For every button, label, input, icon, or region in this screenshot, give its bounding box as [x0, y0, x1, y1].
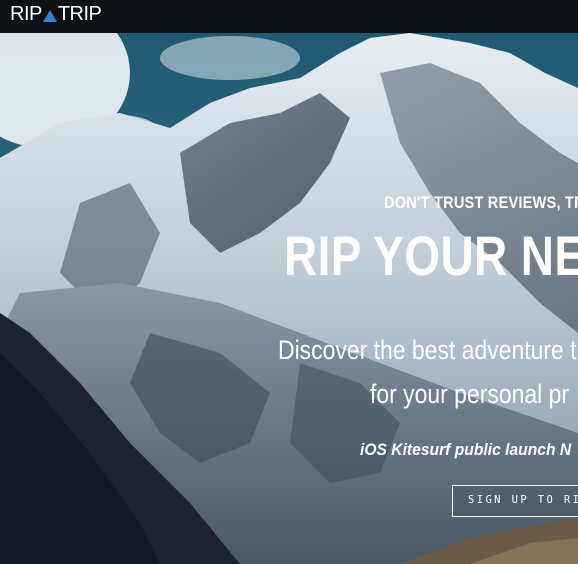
hero-subline: Discover the best adventure t [278, 335, 577, 365]
hero-subline: for your personal pr [370, 379, 570, 409]
triangle-a-icon [42, 10, 57, 22]
top-navbar: RIP TRIP [0, 0, 578, 33]
hero-headline: RIP YOUR NEX [284, 224, 578, 287]
launch-note: iOS Kitesurf public launch N [360, 440, 572, 459]
brand-logo[interactable]: RIP TRIP [10, 3, 102, 25]
logo-text-rip: RIP [10, 3, 42, 25]
logo-text-trip: TRIP [57, 3, 102, 25]
hero-section: DON'T TRUST REVIEWS, TR RIP YOUR NEX Dis… [0, 33, 578, 564]
cloud [160, 36, 300, 80]
hero-kicker: DON'T TRUST REVIEWS, TR [384, 193, 578, 212]
signup-button[interactable]: SIGN UP TO RIP [452, 485, 578, 517]
